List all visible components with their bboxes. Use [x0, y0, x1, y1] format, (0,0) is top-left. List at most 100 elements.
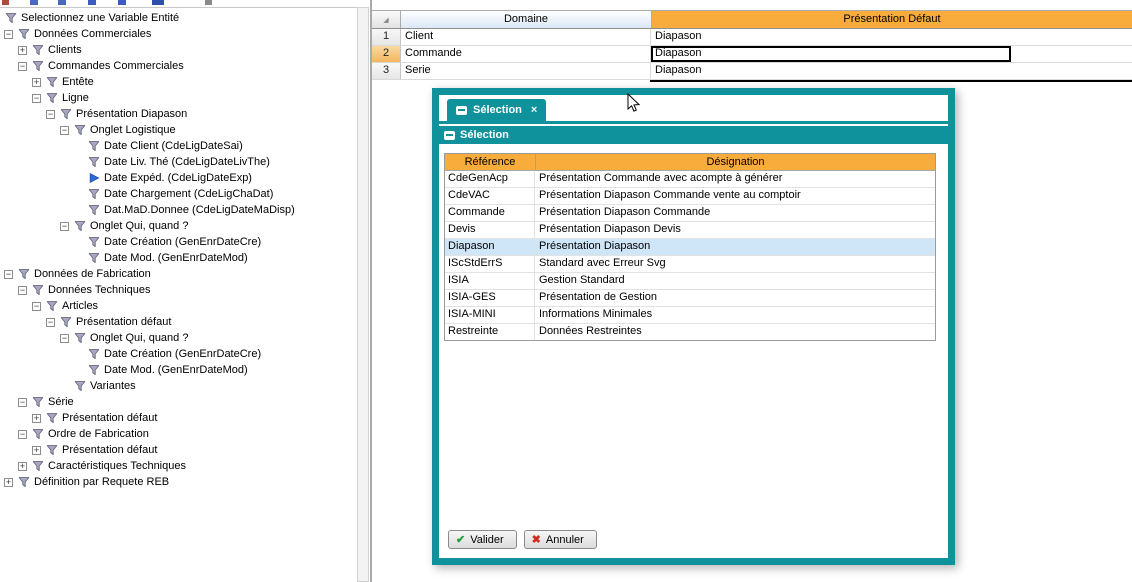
presentation-cell[interactable]: Diapason	[651, 63, 1132, 79]
minus-expander-icon[interactable]: −	[18, 430, 27, 439]
list-item[interactable]: ISIA-MINIInformations Minimales	[445, 307, 935, 324]
tree-item[interactable]: +Présentation défaut	[0, 442, 357, 458]
tree-item[interactable]: −Onglet Logistique	[0, 122, 357, 138]
tree-item[interactable]: Selectionnez une Variable Entité	[0, 10, 357, 26]
tree-item[interactable]: Date Expéd. (CdeLigDateExp)	[0, 170, 357, 186]
reference-cell[interactable]: CdeVAC	[445, 188, 535, 204]
tree-item[interactable]: Date Création (GenEnrDateCre)	[0, 346, 357, 362]
tree-item[interactable]: Date Liv. Thé (CdeLigDateLivThe)	[0, 154, 357, 170]
tree-item[interactable]: +Présentation défaut	[0, 410, 357, 426]
tree-item[interactable]: Dat.MaD.Donnee (CdeLigDateMaDisp)	[0, 202, 357, 218]
tree-item[interactable]: −Commandes Commerciales	[0, 58, 357, 74]
designation-cell[interactable]: Présentation Commande avec acompte à gén…	[535, 171, 935, 187]
tree-item[interactable]: Date Chargement (CdeLigChaDat)	[0, 186, 357, 202]
list-item[interactable]: DiapasonPrésentation Diapason	[445, 239, 935, 256]
minus-expander-icon[interactable]: −	[4, 30, 13, 39]
close-icon[interactable]: ×	[531, 104, 537, 116]
minus-expander-icon[interactable]: −	[46, 110, 55, 119]
tree-item[interactable]: Variantes	[0, 378, 357, 394]
reference-cell[interactable]: IScStdErrS	[445, 256, 535, 272]
reference-cell[interactable]: Restreinte	[445, 324, 535, 340]
minus-expander-icon[interactable]: −	[60, 222, 69, 231]
panel-divider[interactable]	[370, 0, 372, 582]
minus-expander-icon[interactable]: −	[60, 126, 69, 135]
plus-expander-icon[interactable]: +	[18, 462, 27, 471]
column-header-domaine[interactable]: Domaine	[401, 11, 652, 28]
tree-item[interactable]: −Ligne	[0, 90, 357, 106]
designation-cell[interactable]: Données Restreintes	[535, 324, 935, 340]
minus-expander-icon[interactable]: −	[60, 334, 69, 343]
list-item[interactable]: ISIA-GESPrésentation de Gestion	[445, 290, 935, 307]
designation-cell[interactable]: Présentation Diapason Devis	[535, 222, 935, 238]
tree-item[interactable]: +Définition par Requete REB	[0, 474, 357, 490]
list-item[interactable]: IScStdErrSStandard avec Erreur Svg	[445, 256, 935, 273]
row-number-cell[interactable]: 1	[372, 29, 401, 45]
reference-cell[interactable]: Commande	[445, 205, 535, 221]
tree-scrollbar[interactable]	[357, 7, 369, 582]
reference-cell[interactable]: ISIA	[445, 273, 535, 289]
designation-cell[interactable]: Présentation Diapason Commande vente au …	[535, 188, 935, 204]
reference-cell[interactable]: ISIA-GES	[445, 290, 535, 306]
row-number-cell[interactable]: 3	[372, 63, 401, 79]
tree-item[interactable]: −Données Commerciales	[0, 26, 357, 42]
plus-expander-icon[interactable]: +	[32, 414, 41, 423]
list-item[interactable]: CdeVACPrésentation Diapason Commande ven…	[445, 188, 935, 205]
minus-expander-icon[interactable]: −	[46, 318, 55, 327]
presentation-cell[interactable]: Diapason	[651, 29, 1132, 45]
tree-item[interactable]: −Onglet Qui, quand ?	[0, 218, 357, 234]
minus-expander-icon[interactable]: −	[32, 94, 41, 103]
annuler-button[interactable]: ✖ Annuler	[524, 530, 597, 549]
row-number-cell[interactable]: 2	[372, 46, 401, 62]
designation-cell[interactable]: Informations Minimales	[535, 307, 935, 323]
tree-item[interactable]: Date Mod. (GenEnrDateMod)	[0, 250, 357, 266]
domaine-cell[interactable]: Commande	[401, 46, 651, 62]
minus-expander-icon[interactable]: −	[32, 302, 41, 311]
minus-expander-icon[interactable]: −	[4, 270, 13, 279]
designation-cell[interactable]: Présentation de Gestion	[535, 290, 935, 306]
tree-item[interactable]: −Données de Fabrication	[0, 266, 357, 282]
list-item[interactable]: CdeGenAcpPrésentation Commande avec acom…	[445, 171, 935, 188]
table-row[interactable]: 2CommandeDiapason	[372, 46, 1132, 63]
tree-item[interactable]: +Clients	[0, 42, 357, 58]
tree-item[interactable]: Date Mod. (GenEnrDateMod)	[0, 362, 357, 378]
plus-expander-icon[interactable]: +	[32, 446, 41, 455]
tree-item[interactable]: −Présentation Diapason	[0, 106, 357, 122]
designation-cell[interactable]: Présentation Diapason Commande	[535, 205, 935, 221]
presentation-cell-editor[interactable]: Diapason	[651, 46, 1011, 62]
tree-item[interactable]: −Données Techniques	[0, 282, 357, 298]
plus-expander-icon[interactable]: +	[18, 46, 27, 55]
column-header-presentation[interactable]: Présentation Défaut	[652, 11, 1132, 28]
plus-expander-icon[interactable]: +	[4, 478, 13, 487]
tree-item[interactable]: −Ordre de Fabrication	[0, 426, 357, 442]
tree-item[interactable]: +Entête	[0, 74, 357, 90]
designation-cell[interactable]: Standard avec Erreur Svg	[535, 256, 935, 272]
minus-expander-icon[interactable]: −	[18, 286, 27, 295]
designation-cell[interactable]: Gestion Standard	[535, 273, 935, 289]
tree-item[interactable]: Date Création (GenEnrDateCre)	[0, 234, 357, 250]
valider-button[interactable]: ✔ Valider	[448, 530, 517, 549]
tree-item[interactable]: −Série	[0, 394, 357, 410]
grid-corner-cell[interactable]: ◢	[372, 11, 401, 28]
table-row[interactable]: 3SerieDiapason	[372, 63, 1132, 80]
tree-item[interactable]: −Onglet Qui, quand ?	[0, 330, 357, 346]
reference-cell[interactable]: CdeGenAcp	[445, 171, 535, 187]
list-item[interactable]: CommandePrésentation Diapason Commande	[445, 205, 935, 222]
domaine-cell[interactable]: Serie	[401, 63, 651, 79]
reference-cell[interactable]: Devis	[445, 222, 535, 238]
tree-item[interactable]: +Caractéristiques Techniques	[0, 458, 357, 474]
column-header-reference[interactable]: Référence	[445, 154, 536, 170]
table-row[interactable]: 1ClientDiapason	[372, 29, 1132, 46]
list-item[interactable]: RestreinteDonnées Restreintes	[445, 324, 935, 340]
minus-expander-icon[interactable]: −	[18, 62, 27, 71]
reference-cell[interactable]: ISIA-MINI	[445, 307, 535, 323]
domaine-cell[interactable]: Client	[401, 29, 651, 45]
list-item[interactable]: ISIAGestion Standard	[445, 273, 935, 290]
tree-item[interactable]: −Présentation défaut	[0, 314, 357, 330]
plus-expander-icon[interactable]: +	[32, 78, 41, 87]
reference-cell[interactable]: Diapason	[445, 239, 535, 255]
tab-selection[interactable]: Sélection ×	[447, 99, 546, 121]
minus-expander-icon[interactable]: −	[18, 398, 27, 407]
column-header-designation[interactable]: Désignation	[536, 154, 935, 170]
list-item[interactable]: DevisPrésentation Diapason Devis	[445, 222, 935, 239]
tree-item[interactable]: −Articles	[0, 298, 357, 314]
